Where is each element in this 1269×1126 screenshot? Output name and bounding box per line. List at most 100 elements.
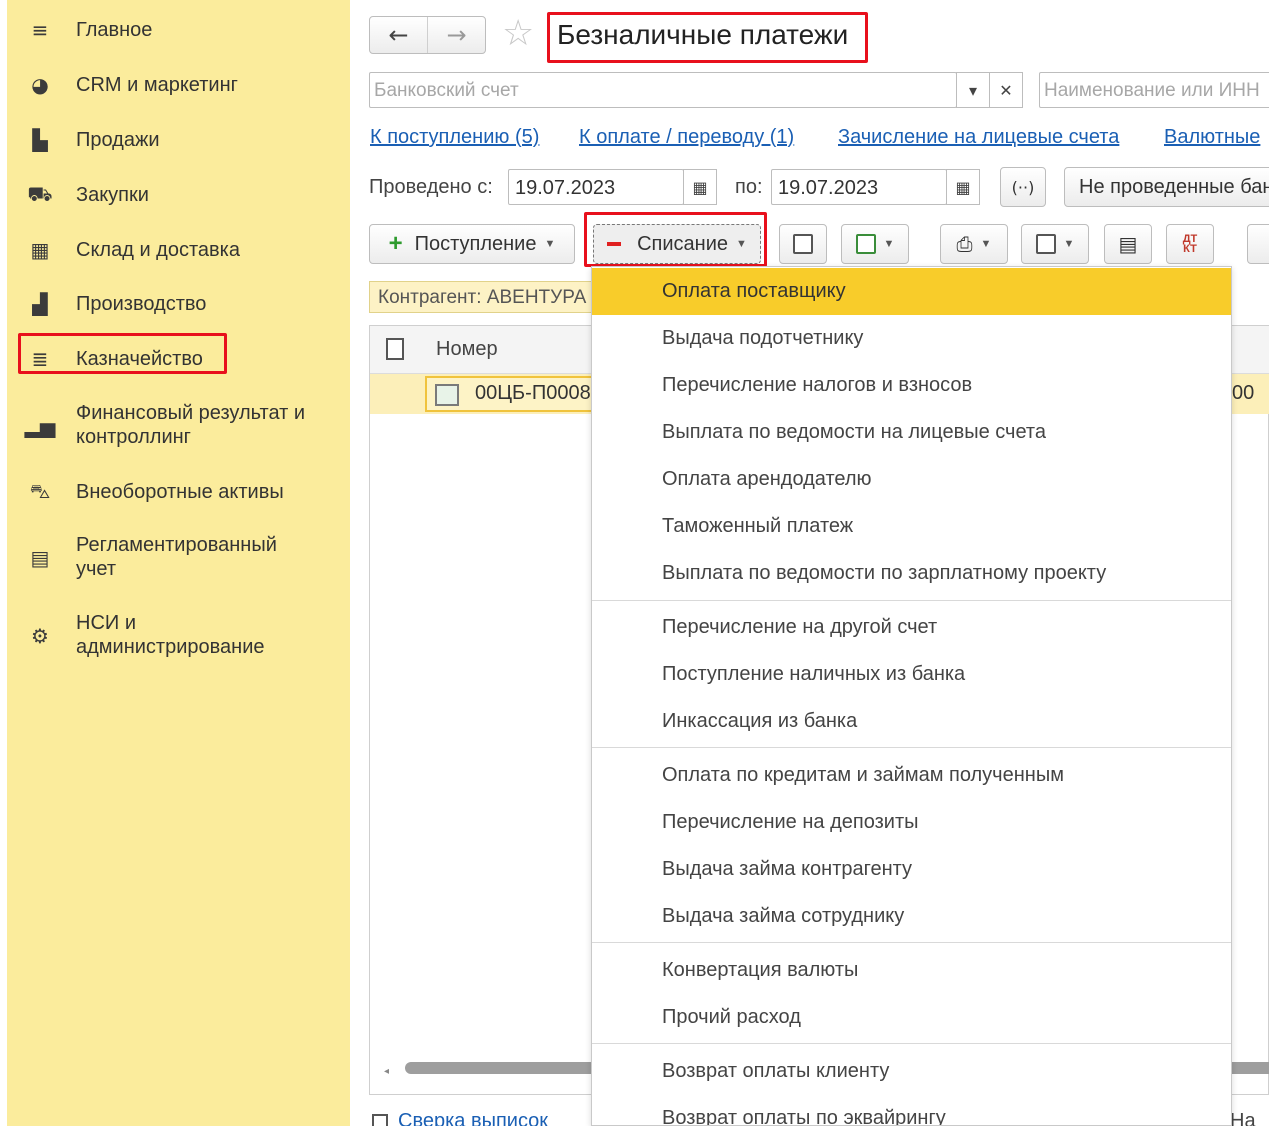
menu-item-salary-project-payroll[interactable]: Выплата по ведомости по зарплатному прое… bbox=[592, 550, 1231, 597]
sidebar-item-label: НСИ и администрирование bbox=[76, 612, 265, 658]
link-personal-accounts[interactable]: Зачисление на лицевые счета bbox=[838, 126, 1119, 149]
sidebar-item-admin[interactable]: ⚙ НСИ и администрирование bbox=[7, 610, 350, 662]
reports-button[interactable]: ▼ bbox=[1021, 224, 1089, 264]
bank-account-input[interactable]: Банковский счет bbox=[369, 72, 957, 108]
create-copy-button[interactable] bbox=[779, 224, 827, 264]
create-based-on-button[interactable]: ▼ bbox=[841, 224, 909, 264]
menu-separator bbox=[592, 747, 1231, 748]
menu-item-currency-conversion[interactable]: Конвертация валюты bbox=[592, 947, 1231, 994]
sidebar-item-crm[interactable]: ◕ CRM и маркетинг bbox=[7, 69, 350, 101]
footer-right-text: На bbox=[1230, 1110, 1256, 1126]
close-icon[interactable]: ✕ bbox=[989, 72, 1023, 108]
sidebar-item-main[interactable]: ≡ Главное bbox=[7, 14, 350, 46]
bar-chart-icon: ▂▅ bbox=[24, 414, 56, 438]
menu-item-landlord-payment[interactable]: Оплата арендодателю bbox=[592, 456, 1231, 503]
link-to-pay[interactable]: К оплате / переводу (1) bbox=[579, 126, 794, 149]
sidebar-item-label: CRM и маркетинг bbox=[76, 74, 238, 96]
car-icon: ⛍ bbox=[29, 478, 51, 503]
plus-icon: + bbox=[388, 230, 403, 257]
sidebar-item-label: Внеоборотные активы bbox=[76, 481, 284, 503]
menu-item-deposit-transfer[interactable]: Перечисление на депозиты bbox=[592, 799, 1231, 846]
sidebar-item-purchases[interactable]: ⛟ Закупки bbox=[7, 179, 350, 211]
sidebar-item-label: Продажи bbox=[76, 129, 160, 151]
calculator-icon: ▤ bbox=[30, 546, 50, 570]
sidebar-item-warehouse[interactable]: ▦ Склад и доставка bbox=[7, 234, 350, 266]
search-input[interactable]: Наименование или ИНН bbox=[1039, 72, 1269, 108]
sidebar-item-label: Склад и доставка bbox=[76, 239, 240, 261]
writeoff-dropdown-menu: Оплата поставщику Выдача подотчетнику Пе… bbox=[591, 266, 1232, 1126]
menu-item-taxes[interactable]: Перечисление налогов и взносов bbox=[592, 362, 1231, 409]
sidebar-item-production[interactable]: ▟ Производство bbox=[7, 288, 350, 320]
unposted-button[interactable]: Не проведенные банком bbox=[1064, 167, 1269, 207]
link-income[interactable]: К поступлению (5) bbox=[370, 126, 539, 149]
counterparty-filter-chip[interactable]: Контрагент: АВЕНТУРА bbox=[369, 281, 599, 313]
chevron-down-icon[interactable]: ▾ bbox=[956, 72, 990, 108]
reconcile-icon bbox=[372, 1113, 388, 1126]
menu-item-personal-accounts-payroll[interactable]: Выплата по ведомости на лицевые счета bbox=[592, 409, 1231, 456]
dt-kt-icon: ДТ КТ bbox=[1182, 233, 1198, 255]
menu-separator bbox=[592, 1043, 1231, 1044]
document-number: 00ЦБ-П00080 bbox=[475, 382, 602, 404]
search-placeholder: Наименование или ИНН bbox=[1044, 80, 1260, 101]
column-header-number[interactable]: Номер bbox=[436, 338, 498, 361]
menu-item-loan-to-employee[interactable]: Выдача займа сотруднику bbox=[592, 893, 1231, 940]
sidebar-item-financial-result[interactable]: ▂▅ Финансовый результат и контроллинг bbox=[7, 400, 350, 452]
list-icon: ▤ bbox=[1118, 232, 1138, 256]
cart-icon: ⛟ bbox=[27, 181, 53, 206]
caret-down-icon: ▼ bbox=[1063, 238, 1075, 250]
sidebar-item-regulated-accounting[interactable]: ▤ Регламентированный учет bbox=[7, 532, 350, 584]
menu-item-loan-to-counterparty[interactable]: Выдача займа контрагенту bbox=[592, 846, 1231, 893]
scroll-left-icon[interactable]: ◂ bbox=[384, 1066, 389, 1077]
printer-icon: ⎙ bbox=[956, 232, 973, 256]
gear-icon: ⚙ bbox=[31, 624, 49, 648]
menu-item-collection-from-bank[interactable]: Инкассация из банка bbox=[592, 698, 1231, 745]
menu-separator bbox=[592, 942, 1231, 943]
cell-trailing-value: 00 bbox=[1232, 382, 1255, 404]
menu-item-cash-from-bank[interactable]: Поступление наличных из банка bbox=[592, 651, 1231, 698]
period-select-button[interactable]: (··) bbox=[1000, 167, 1046, 207]
sidebar-item-fixed-assets[interactable]: ⛍ Внеоборотные активы bbox=[7, 476, 350, 508]
shopping-bag-icon: ▙ bbox=[32, 128, 48, 152]
menu-icon: ≡ bbox=[31, 18, 49, 42]
menu-separator bbox=[592, 600, 1231, 601]
factory-icon: ▟ bbox=[32, 292, 48, 316]
print-button[interactable]: ⎙ ▼ bbox=[940, 224, 1008, 264]
sidebar-item-label: Производство bbox=[76, 293, 207, 315]
menu-item-other-expense[interactable]: Прочий расход bbox=[592, 994, 1231, 1041]
sidebar-item-label: Главное bbox=[76, 19, 153, 41]
date-to-value: 19.07.2023 bbox=[778, 177, 879, 199]
statement-reconciliation-link[interactable]: Сверка выписок bbox=[372, 1110, 548, 1126]
caret-down-icon: ▼ bbox=[980, 238, 992, 250]
menu-item-supplier-payment[interactable]: Оплата поставщику bbox=[592, 268, 1231, 315]
period-icon: (··) bbox=[1011, 177, 1035, 197]
caret-down-icon: ▼ bbox=[883, 238, 895, 250]
income-button[interactable]: + Поступление ▼ bbox=[369, 224, 575, 264]
arrow-right-icon[interactable]: → bbox=[427, 17, 485, 53]
menu-item-accountable-person[interactable]: Выдача подотчетнику bbox=[592, 315, 1231, 362]
calendar-icon[interactable]: ▦ bbox=[683, 169, 717, 205]
income-button-label: Поступление bbox=[414, 232, 537, 255]
sidebar-item-sales[interactable]: ▙ Продажи bbox=[7, 124, 350, 156]
journal-button[interactable]: ▤ bbox=[1104, 224, 1152, 264]
more-button[interactable] bbox=[1247, 224, 1269, 264]
arrow-left-icon[interactable]: ← bbox=[370, 17, 427, 53]
menu-item-refund-acquiring[interactable]: Возврат оплаты по эквайрингу bbox=[592, 1095, 1231, 1125]
sidebar-item-label: Закупки bbox=[76, 184, 149, 206]
menu-item-refund-client[interactable]: Возврат оплаты клиенту bbox=[592, 1048, 1231, 1095]
document-add-icon bbox=[793, 234, 813, 254]
date-from-value: 19.07.2023 bbox=[515, 177, 616, 199]
posted-document-icon bbox=[435, 384, 459, 406]
report-icon bbox=[1035, 234, 1056, 254]
calendar-icon[interactable]: ▦ bbox=[946, 169, 980, 205]
sidebar-item-label: Регламентированный учет bbox=[76, 534, 277, 580]
sidebar: ≡ Главное ◕ CRM и маркетинг ▙ Продажи ⛟ … bbox=[7, 0, 350, 1126]
menu-item-transfer-other-account[interactable]: Перечисление на другой счет bbox=[592, 604, 1231, 651]
menu-item-customs-payment[interactable]: Таможенный платеж bbox=[592, 503, 1231, 550]
caret-down-icon: ▼ bbox=[544, 238, 556, 250]
star-icon[interactable]: ☆ bbox=[502, 14, 534, 54]
menu-item-loan-repayment[interactable]: Оплата по кредитам и займам полученным bbox=[592, 752, 1231, 799]
dt-kt-button[interactable]: ДТ КТ bbox=[1166, 224, 1214, 264]
date-to-input[interactable]: 19.07.2023 bbox=[771, 169, 947, 205]
link-currency[interactable]: Валютные bbox=[1164, 126, 1260, 149]
date-from-input[interactable]: 19.07.2023 bbox=[508, 169, 684, 205]
